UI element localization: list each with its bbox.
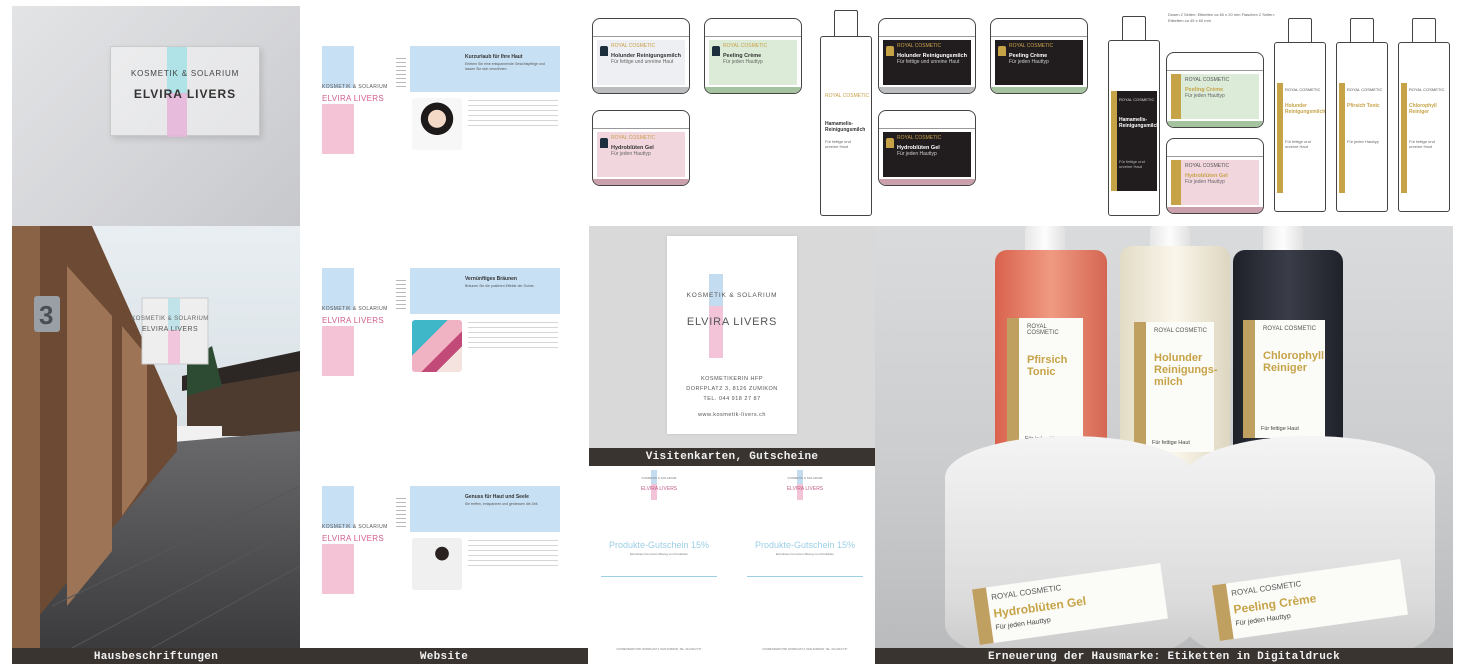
voucher-2-title: Produkte-Gutschein 15%	[754, 540, 856, 550]
jar-label-peeling: ROYAL COSMETIC Peeling Crème Für jeden Hau…	[704, 18, 802, 94]
voucher-1: KOSMETIK & SOLARIUM ELVIRA LIVERS Produk…	[589, 466, 729, 664]
bottle-gold-chlorophyll: ROYAL COSMETIC Chlorophyll Reiniger Für …	[1398, 42, 1450, 212]
business-card: KOSMETIK & SOLARIUM ELVIRA LIVERS KOSMET…	[667, 236, 797, 434]
jar-gold-hydrobluten: ROYAL COSMETIC Hydroblüten Gel Für jeden H…	[1166, 138, 1264, 214]
jar-dark-holunder: ROYAL COSMETIC Holunder Reinigungsmilch Fü…	[878, 18, 976, 94]
jar-dark-peeling: ROYAL COSMETIC Peeling Crème Für jeden Hau…	[990, 18, 1088, 94]
web-page-3-title: Genuss für Haut und Seele	[465, 494, 529, 500]
voucher-designs: KOSMETIK & SOLARIUM ELVIRA LIVERS Produk…	[589, 466, 875, 664]
tanning-photo	[412, 320, 462, 372]
jar-hydrobluten: ROYAL COSMETIC Hydroblüten Gel Für jeden…	[945, 436, 1195, 648]
street-scene: 3	[12, 226, 300, 648]
portrait-photo	[412, 98, 462, 150]
voucher-1-title: Produkte-Gutschein 15%	[608, 540, 710, 550]
caption-labels: Erneuerung der Hausmarke: Etiketten in D…	[875, 648, 1453, 664]
door-sign: KOSMETIK & SOLARIUM ELVIRA LIVERS	[110, 46, 260, 137]
street-sign-line-1: KOSMETIK & SOLARIUM	[131, 316, 209, 322]
bottle-label-hamamelis: ROYAL COSMETIC Hamamelis-Reinigungsmilch…	[820, 36, 872, 216]
bottle-gold-pfirsich: ROYAL COSMETIC Pfirsich Tonic Für jeden …	[1336, 42, 1388, 212]
street-photo: 3 KOSMETIK & SOLARIUM ELVIRA LIVERS	[12, 226, 300, 648]
bottle-pfirsich-name: Pfirsich Tonic	[1027, 354, 1068, 378]
caption-website: Website	[300, 648, 588, 664]
label-spec-note: Dosen 2 Seiten: Etiketten ca 60 x 20 mm …	[1168, 12, 1275, 23]
caption-cards: Visitenkarten, Gutscheine	[589, 448, 875, 466]
jar-gold-peeling: ROYAL COSMETIC Peeling Crème Für jeden Hau…	[1166, 52, 1264, 128]
bottle-holunder-name: Holunder Reinigungs-milch	[1154, 352, 1218, 388]
bottle-gold-holunder: ROYAL COSMETIC Holunder Reinigungsmilch …	[1274, 42, 1326, 212]
business-card-photo: KOSMETIK & SOLARIUM ELVIRA LIVERS KOSMET…	[589, 226, 875, 448]
card-line-2: ELVIRA LIVERS	[686, 316, 778, 328]
products-photo: ROYAL COSMETIC Pfirsich Tonic Für jeden …	[875, 226, 1453, 648]
web-page-1-title: Kurzurlaub für Ihre Haut	[465, 54, 523, 60]
jar-label-holunder: ROYAL COSMETIC Holunder Reinigungsmilch Fü…	[592, 18, 690, 94]
jar-peeling: ROYAL COSMETIC Peeling Crème Für jeden H…	[1185, 436, 1435, 648]
sign-photo: KOSMETIK & SOLARIUM ELVIRA LIVERS	[12, 6, 300, 226]
website-mockups: KOSMETIK & SOLARIUM ELVIRA LIVERS Kurzur…	[300, 6, 588, 648]
sign-line-2: ELVIRA LIVERS	[133, 87, 237, 101]
card-phone: TEL. 044 918 27 87	[703, 396, 761, 402]
web-page-2-title: Vernünftiges Bräunen	[465, 276, 517, 282]
web-page-1: KOSMETIK & SOLARIUM ELVIRA LIVERS Kurzur…	[300, 46, 588, 156]
caption-house: Hausbeschriftungen	[12, 648, 300, 664]
card-address: DORFPLATZ 3, 8126 ZUMIKON	[686, 386, 778, 392]
bottle-chlorophyll-name: Chlorophyll Reiniger	[1263, 350, 1325, 374]
label-designs: ROYAL COSMETIC Holunder Reinigungsmilch Fü…	[588, 6, 1458, 226]
card-line-1: KOSMETIK & SOLARIUM	[686, 292, 778, 299]
treatment-photo	[412, 538, 462, 590]
sign-line-1: KOSMETIK & SOLARIUM	[130, 69, 240, 78]
web-page-2: KOSMETIK & SOLARIUM ELVIRA LIVERS Vernün…	[300, 268, 588, 378]
web-page-3: KOSMETIK & SOLARIUM ELVIRA LIVERS Genuss…	[300, 486, 588, 596]
jar-label-hydrobluten: ROYAL COSMETIC Hydroblüten Gel Für jeden H…	[592, 110, 690, 186]
voucher-2: KOSMETIK & SOLARIUM ELVIRA LIVERS Produk…	[735, 466, 875, 664]
house-number: 3	[39, 300, 53, 330]
card-web: www.kosmetik-livers.ch	[698, 412, 766, 418]
jar-dark-hydrobluten: ROYAL COSMETIC Hydroblüten Gel Für jeden H…	[878, 110, 976, 186]
card-name: KOSMETIKERIN HFP	[700, 376, 764, 382]
bottle-dark-hamamelis: ROYAL COSMETIC Hamamelis-Reinigungsmilch…	[1108, 40, 1160, 216]
street-sign-line-2: ELVIRA LIVERS	[141, 326, 199, 333]
